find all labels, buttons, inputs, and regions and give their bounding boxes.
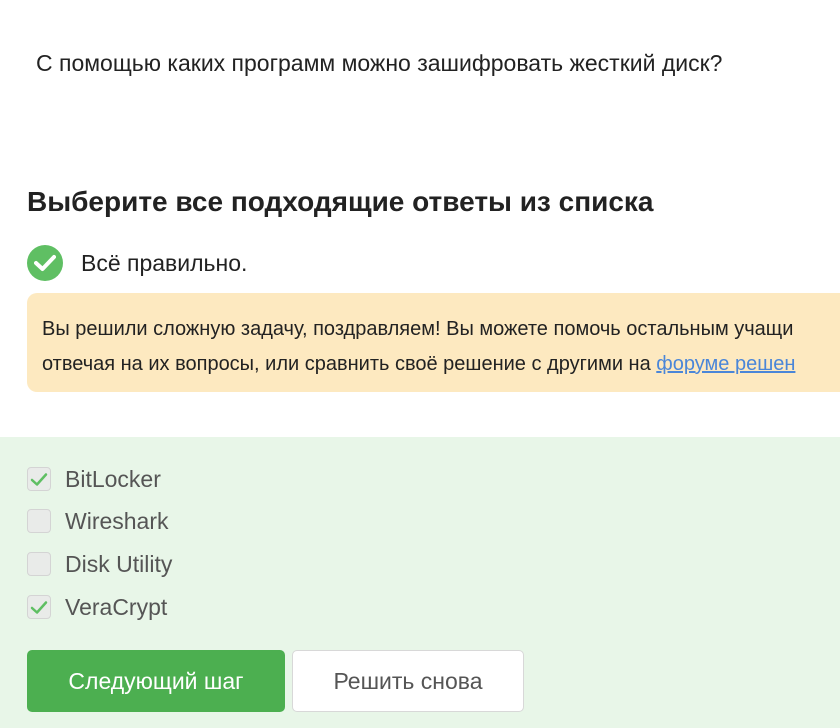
result-status: Всё правильно. <box>27 245 247 281</box>
forum-link[interactable]: форуме решен <box>656 353 795 375</box>
instruction-heading: Выберите все подходящие ответы из списка <box>27 186 654 217</box>
option-label: Disk Utility <box>65 550 173 577</box>
check-icon <box>30 472 48 486</box>
checkbox-wireshark[interactable] <box>27 509 51 533</box>
check-icon <box>30 600 48 614</box>
result-text: Всё правильно. <box>81 249 248 276</box>
checkmark-circle-icon <box>27 245 63 281</box>
option-label: Wireshark <box>65 507 169 534</box>
option-label: BitLocker <box>65 465 161 492</box>
checkbox-bitlocker[interactable] <box>27 467 51 491</box>
hint-line-2-text: отвечая на их вопросы, или сравнить своё… <box>42 353 657 375</box>
hint-line-1: Вы решили сложную задачу, поздравляем! В… <box>42 318 794 340</box>
solve-again-button[interactable]: Решить снова <box>292 650 524 712</box>
option-bitlocker[interactable]: BitLocker <box>27 466 161 492</box>
option-label: VeraCrypt <box>65 593 168 620</box>
checkbox-disk-utility[interactable] <box>27 552 51 576</box>
hint-box: Вы решили сложную задачу, поздравляем! В… <box>27 293 840 392</box>
checkbox-veracrypt[interactable] <box>27 595 51 619</box>
option-veracrypt[interactable]: VeraCrypt <box>27 594 167 620</box>
option-disk-utility[interactable]: Disk Utility <box>27 551 172 577</box>
question-text: С помощью каких программ можно зашифрова… <box>36 50 723 76</box>
next-step-button[interactable]: Следующий шаг <box>27 650 285 712</box>
hint-line-2: отвечая на их вопросы, или сравнить своё… <box>42 347 840 382</box>
option-wireshark[interactable]: Wireshark <box>27 508 169 534</box>
